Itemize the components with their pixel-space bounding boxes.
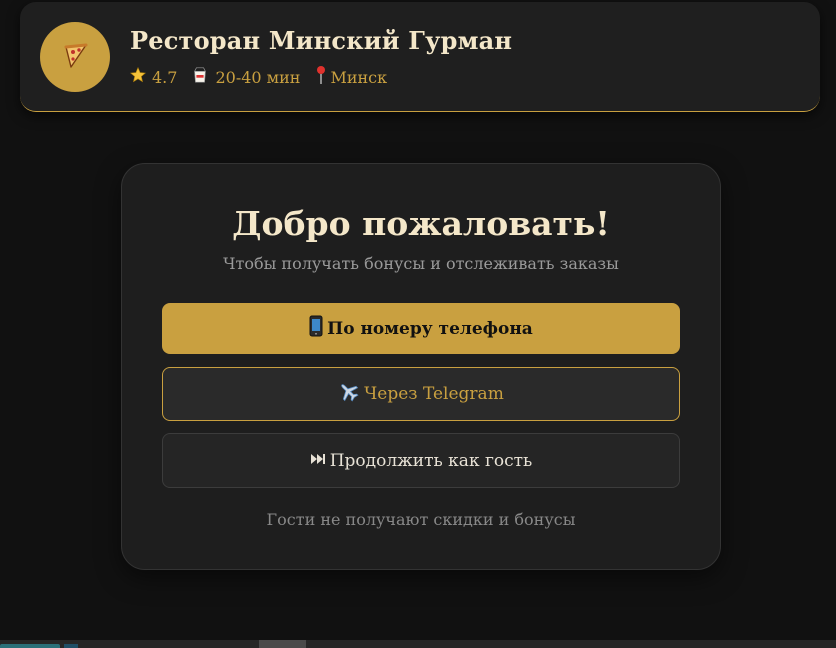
phone-login-label: По номеру телефона — [327, 318, 533, 339]
guest-note: Гости не получают скидки и бонусы — [266, 510, 576, 529]
restaurant-meta: 4.7 20-40 мин Минск — [130, 65, 401, 89]
welcome-title: Добро пожаловать! — [232, 204, 610, 243]
takeout-box-icon — [191, 66, 215, 88]
telegram-login-label: Через Telegram — [364, 384, 504, 404]
city: Минск — [314, 65, 387, 89]
telegram-login-button[interactable]: Через Telegram — [162, 367, 680, 421]
pizza-icon — [60, 40, 90, 74]
taskbar-item[interactable] — [259, 640, 306, 648]
airplane-icon — [338, 381, 364, 408]
delivery-time: 20-40 мин — [191, 66, 300, 88]
auth-card: Добро пожаловать! Чтобы получать бонусы … — [121, 163, 721, 570]
guest-continue-label: Продолжить как гость — [329, 450, 533, 471]
restaurant-logo — [40, 22, 110, 92]
guest-continue-button[interactable]: Продолжить как гость — [162, 433, 680, 488]
restaurant-header: Ресторан Минский Гурман 4.7 20-40 мин Ми… — [20, 2, 820, 112]
taskbar-item[interactable] — [0, 644, 60, 648]
map-pin-icon — [314, 65, 330, 89]
rating: 4.7 — [130, 66, 178, 87]
welcome-subtitle: Чтобы получать бонусы и отслеживать зака… — [223, 254, 619, 273]
mobile-phone-icon — [309, 315, 327, 342]
star-icon — [130, 66, 152, 87]
restaurant-title: Ресторан Минский Гурман — [130, 26, 513, 55]
taskbar — [0, 640, 836, 648]
delivery-time-value: 20-40 мин — [215, 67, 301, 87]
phone-login-button[interactable]: По номеру телефона — [162, 303, 680, 354]
city-value: Минск — [330, 67, 388, 87]
taskbar-item[interactable] — [64, 644, 78, 648]
rating-value: 4.7 — [152, 67, 178, 87]
skip-forward-icon — [310, 451, 330, 471]
